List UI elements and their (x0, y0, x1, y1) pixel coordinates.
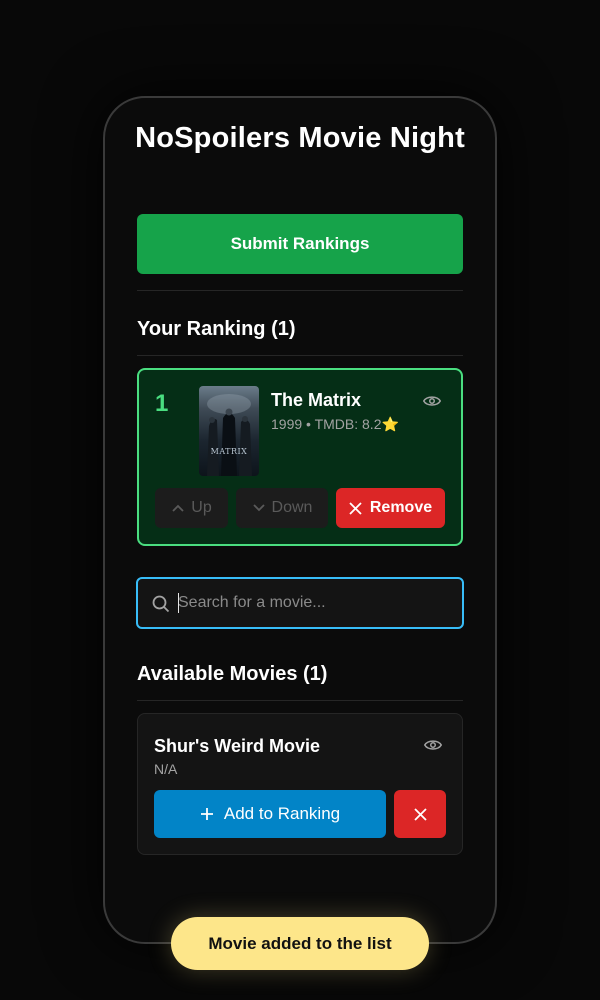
eye-icon[interactable] (423, 394, 441, 408)
delete-movie-button[interactable] (394, 790, 446, 838)
remove-label: Remove (369, 499, 433, 516)
divider (137, 355, 463, 356)
move-down-button[interactable]: Down (236, 488, 328, 528)
page-title: NoSpoilers Movie Night (135, 122, 465, 154)
move-up-button[interactable]: Up (155, 488, 228, 528)
movie-title: The Matrix (271, 390, 362, 410)
chevron-up-icon (172, 504, 184, 512)
movie-poster: MATRIX (199, 386, 259, 476)
move-up-label: Up (191, 499, 212, 516)
poster-title: MATRIX (210, 447, 248, 456)
divider (137, 290, 463, 291)
movie-meta: 1999 • TMDB: 8.2⭐ (271, 416, 399, 432)
rank-number: 1 (155, 390, 169, 417)
divider (137, 700, 463, 701)
toast-notification: Movie added to the list (171, 917, 429, 970)
text-caret (178, 593, 179, 613)
search-input[interactable] (178, 579, 458, 627)
add-to-ranking-label: Add to Ranking (223, 804, 341, 823)
search-icon (152, 595, 170, 613)
ranked-movie-card: 1 MATRIX The Matrix 1999 • TMDB: 8.2⭐ Up… (137, 368, 463, 546)
move-down-label: Down (271, 499, 313, 516)
add-to-ranking-button[interactable]: Add to Ranking (154, 790, 386, 838)
chevron-down-icon (252, 504, 265, 512)
close-icon (349, 501, 362, 515)
movie-meta: N/A (154, 761, 178, 777)
plus-icon (200, 808, 213, 820)
poster-art (207, 394, 252, 476)
remove-button[interactable]: Remove (336, 488, 445, 528)
submit-rankings-button[interactable]: Submit Rankings (137, 214, 463, 274)
available-movie-card: Shur's Weird Movie N/A Add to Ranking (137, 713, 463, 855)
search-box[interactable] (136, 577, 464, 629)
available-heading: Available Movies (1) (137, 663, 328, 685)
ranking-heading: Your Ranking (1) (137, 318, 296, 340)
movie-title: Shur's Weird Movie (154, 736, 320, 756)
close-icon (413, 807, 427, 821)
eye-icon[interactable] (424, 738, 442, 752)
